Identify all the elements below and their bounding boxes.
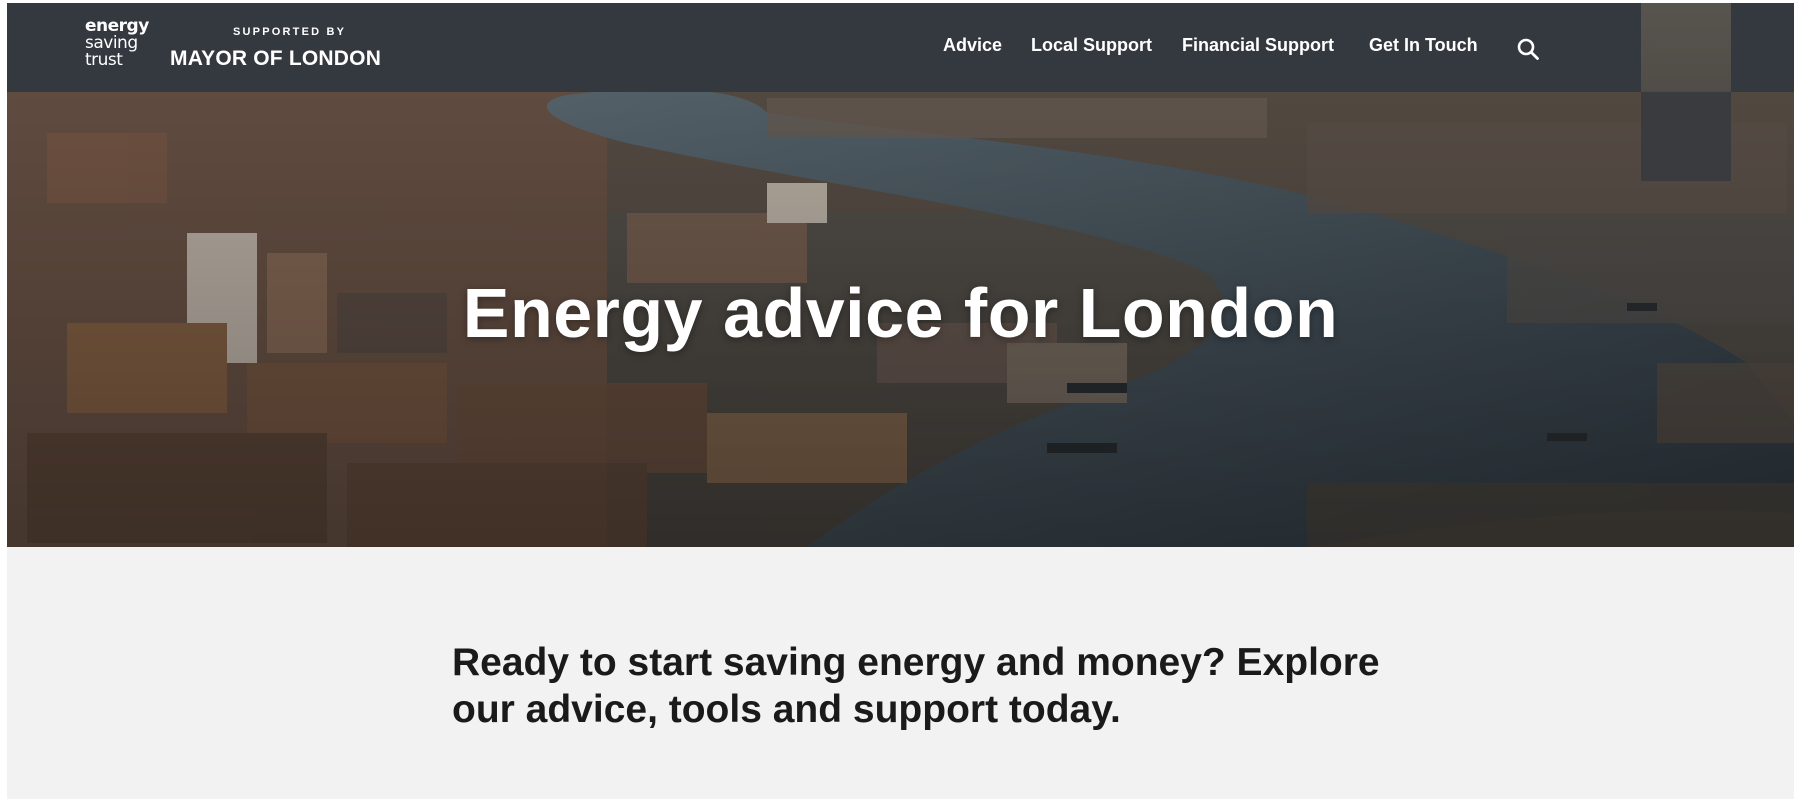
mayor-of-london-logo[interactable]: MAYOR OF LONDON [170, 47, 381, 71]
header-corner-block [1641, 92, 1731, 181]
nav-item-advice[interactable]: Advice [943, 35, 1002, 56]
header-corner-block [1731, 3, 1794, 92]
site-header: energy saving trust SUPPORTED BY MAYOR O… [7, 3, 1641, 92]
nav-item-local-support[interactable]: Local Support [1031, 35, 1152, 56]
search-icon[interactable] [1516, 37, 1540, 61]
nav-item-get-in-touch[interactable]: Get In Touch [1369, 35, 1478, 56]
supported-by-label: SUPPORTED BY [233, 26, 347, 38]
nav-item-financial-support[interactable]: Financial Support [1182, 35, 1334, 56]
intro-heading: Ready to start saving energy and money? … [452, 641, 1380, 731]
logo-line: trust [85, 50, 123, 70]
hero-title: Energy advice for London [462, 274, 1339, 352]
energy-saving-trust-logo[interactable]: energy saving trust [85, 18, 149, 69]
page: energy saving trust SUPPORTED BY MAYOR O… [7, 3, 1794, 799]
